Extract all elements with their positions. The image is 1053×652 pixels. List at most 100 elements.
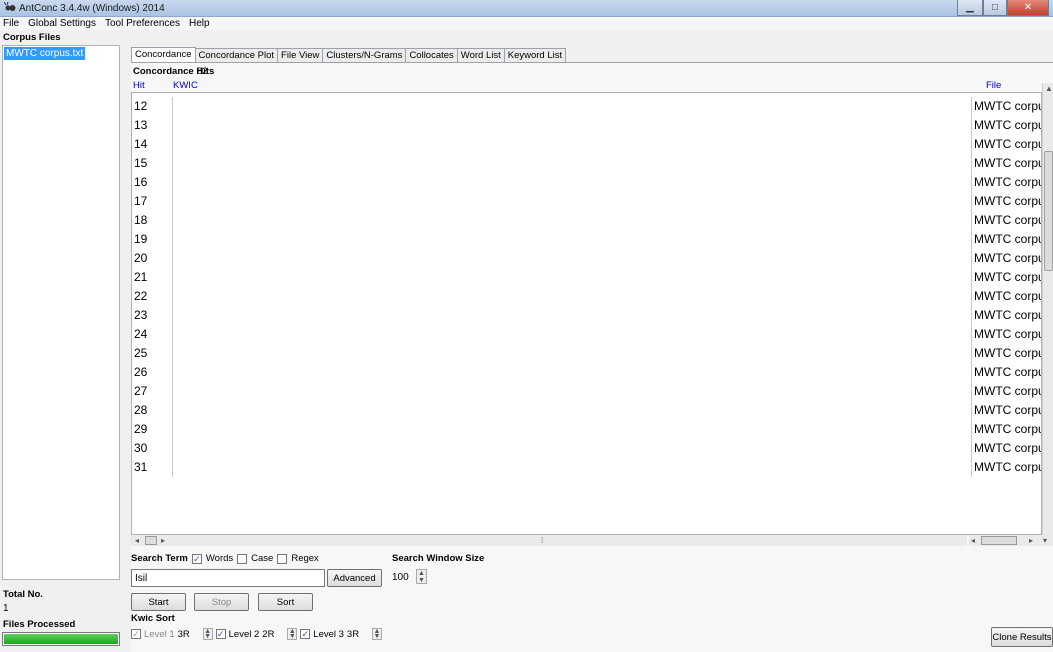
table-row[interactable]: 24said to have been a key recruiter forI… xyxy=(132,325,1042,344)
scroll-left-icon[interactable]: ◂ xyxy=(135,535,139,546)
file-horizontal-scrollbar[interactable]: ◂ ▸ ▾ xyxy=(969,535,1053,546)
table-row[interactable]: 12of Islam? If so, these pictures make f… xyxy=(132,97,1041,116)
table-row[interactable]: 22, the Islamic State of Iraq and the Le… xyxy=(132,287,1042,306)
table-row[interactable]: 14she appeared to praise the setting up … xyxy=(132,135,1041,154)
search-window-size-input[interactable]: 100 xyxy=(392,570,414,585)
table-row[interactable]: 17Edition Cannes' ban on the burkini is … xyxy=(132,192,1041,211)
table-row[interactable]: 27an Isil 'Beatle'; Man named as one ofI… xyxy=(132,382,1041,401)
column-divider xyxy=(172,230,173,249)
corpus-files-list[interactable]: MWTC corpus.txt xyxy=(2,45,120,580)
level3-spinner-icon[interactable]: ▲ ▼ xyxy=(371,628,382,640)
table-row[interactable]: 16was now under investigation. OK by You… xyxy=(132,173,1041,192)
tab-concordance[interactable]: Concordance xyxy=(131,47,196,62)
file-scroll-right-icon[interactable]: ▸ xyxy=(1029,535,1033,546)
hit-number: 29 xyxy=(134,422,148,436)
column-divider xyxy=(172,116,173,135)
title-bar: AntConc 3.4.4w (Windows) 2014 ▁ □ ✕ xyxy=(0,0,1053,17)
table-row[interactable]: 29fourth person is unknown. Hostages hel… xyxy=(132,420,1042,439)
search-input[interactable] xyxy=(131,569,325,587)
file-scroll-left-icon[interactable]: ◂ xyxy=(971,535,975,546)
column-divider xyxy=(172,439,173,458)
file-cell: MWTC corpus.txt xyxy=(974,156,1042,170)
kwic-horizontal-scrollbar[interactable]: ◂ ▸ ⁞ xyxy=(131,535,967,546)
column-divider xyxy=(971,287,972,306)
column-divider xyxy=(971,135,972,154)
menu-tool-preferences[interactable]: Tool Preferences xyxy=(105,17,180,30)
column-header-hit[interactable]: Hit xyxy=(133,80,145,91)
case-checkbox[interactable] xyxy=(237,553,248,564)
tab-file-view[interactable]: File View xyxy=(277,48,324,62)
table-row[interactable]: 20critics said was illegal and a "gift f… xyxy=(132,249,1041,268)
column-divider xyxy=(172,306,173,325)
table-row[interactable]: 15we would see the establishment of the … xyxy=(132,154,1042,173)
vertical-scroll-thumb[interactable] xyxy=(1044,151,1053,271)
sort-button[interactable]: Sort xyxy=(258,593,313,611)
column-divider xyxy=(971,173,972,192)
level1-spinner-icon[interactable]: ▲ ▼ xyxy=(202,628,213,640)
file-cell: MWTC corpus.txt xyxy=(974,289,1042,303)
kwic-scroll-thumb[interactable] xyxy=(145,536,157,545)
scroll-up-icon[interactable]: ▲ xyxy=(1045,83,1053,94)
column-divider xyxy=(971,325,972,344)
files-processed-progress xyxy=(2,632,120,646)
file-cell: MWTC corpus.txt xyxy=(974,327,1042,341)
table-row[interactable]: 19schoolgirls who left Britain last year… xyxy=(132,230,1041,249)
column-divider xyxy=(172,173,173,192)
hit-number: 31 xyxy=(134,460,148,474)
table-row[interactable]: 13praising Islamic State of Iraq and the… xyxy=(132,116,1041,135)
corpus-file-item[interactable]: MWTC corpus.txt xyxy=(4,47,86,60)
table-row[interactable]: 31Mr Galloway. Investigators believe Kot… xyxy=(132,458,1041,477)
file-scroll-thumb[interactable] xyxy=(981,536,1017,545)
level1-value[interactable]: 3R xyxy=(178,629,200,640)
table-row[interactable]: 26tion 3;National Edition Jihadist on Ga… xyxy=(132,363,1041,382)
window-size-spinner-icon[interactable]: ▲ ▼ xyxy=(416,569,427,584)
column-header-file[interactable]: File xyxy=(986,80,1001,91)
menu-file[interactable]: File xyxy=(3,17,19,30)
table-row[interactable]: 28, the Islamic State of Iraq and the Le… xyxy=(132,401,1041,420)
level3-value[interactable]: 3R xyxy=(347,629,369,640)
tab-collocates[interactable]: Collocates xyxy=(405,48,458,62)
level3-label: Level 3 xyxy=(313,628,344,640)
clone-results-button[interactable]: Clone Results xyxy=(991,627,1053,647)
file-cell: MWTC corpus.txt xyxy=(974,422,1042,436)
level2-checkbox[interactable]: ✓ xyxy=(215,629,226,639)
column-divider xyxy=(172,287,173,306)
start-button[interactable]: Start xyxy=(131,593,186,611)
tab-concordance-plot[interactable]: Concordance Plot xyxy=(194,48,279,62)
regex-checkbox[interactable] xyxy=(277,553,288,564)
hit-number: 12 xyxy=(134,99,148,113)
tab-word-list[interactable]: Word List xyxy=(456,48,505,62)
level2-value[interactable]: 2R xyxy=(262,629,284,640)
table-row[interactable]: 21Muslim community. This type of row pla… xyxy=(132,268,1041,287)
regex-label: Regex xyxy=(291,553,319,564)
table-row[interactable]: 23fourth person is unknown. Hostages hel… xyxy=(132,306,1041,325)
maximize-icon[interactable]: □ xyxy=(983,0,1007,16)
words-checkbox[interactable]: ✓ xyxy=(191,553,202,564)
level1-checkbox[interactable]: ✓ xyxy=(131,629,141,639)
column-divider xyxy=(172,268,173,287)
level1-label: Level 1 xyxy=(144,628,175,640)
close-icon[interactable]: ✕ xyxy=(1007,0,1049,16)
stop-button[interactable]: Stop xyxy=(194,593,249,611)
advanced-button[interactable]: Advanced xyxy=(327,569,382,587)
scroll-down-icon[interactable]: ▾ xyxy=(1043,535,1047,546)
column-divider xyxy=(172,344,173,363)
vertical-scrollbar[interactable]: ▲ xyxy=(1042,83,1053,535)
menu-global-settings[interactable]: Global Settings xyxy=(28,17,96,30)
hit-number: 30 xyxy=(134,441,148,455)
menu-help[interactable]: Help xyxy=(189,17,210,30)
column-header-kwic[interactable]: KWIC xyxy=(173,80,198,91)
column-divider xyxy=(971,192,972,211)
table-row[interactable]: 30said to have been a key recruiter forI… xyxy=(132,439,1041,458)
minimize-icon[interactable]: ▁ xyxy=(957,0,983,16)
search-window-size-label: Search Window Size xyxy=(392,553,485,564)
level2-spinner-icon[interactable]: ▲ ▼ xyxy=(287,628,298,640)
table-row[interactable]: 18their faces. Newly liberated from the … xyxy=(132,211,1041,230)
column-divider xyxy=(971,458,972,477)
table-row[interactable]: 25Mr Galloway. Investigators believe Kot… xyxy=(132,344,1041,363)
level3-checkbox[interactable]: ✓ xyxy=(300,629,311,639)
tab-keyword-list[interactable]: Keyword List xyxy=(503,48,567,62)
tab-clusters-ngrams[interactable]: Clusters/N-Grams xyxy=(322,48,407,62)
concordance-results[interactable]: 12of Islam? If so, these pictures make f… xyxy=(131,92,1042,535)
scroll-right-icon[interactable]: ▸ xyxy=(161,535,165,546)
